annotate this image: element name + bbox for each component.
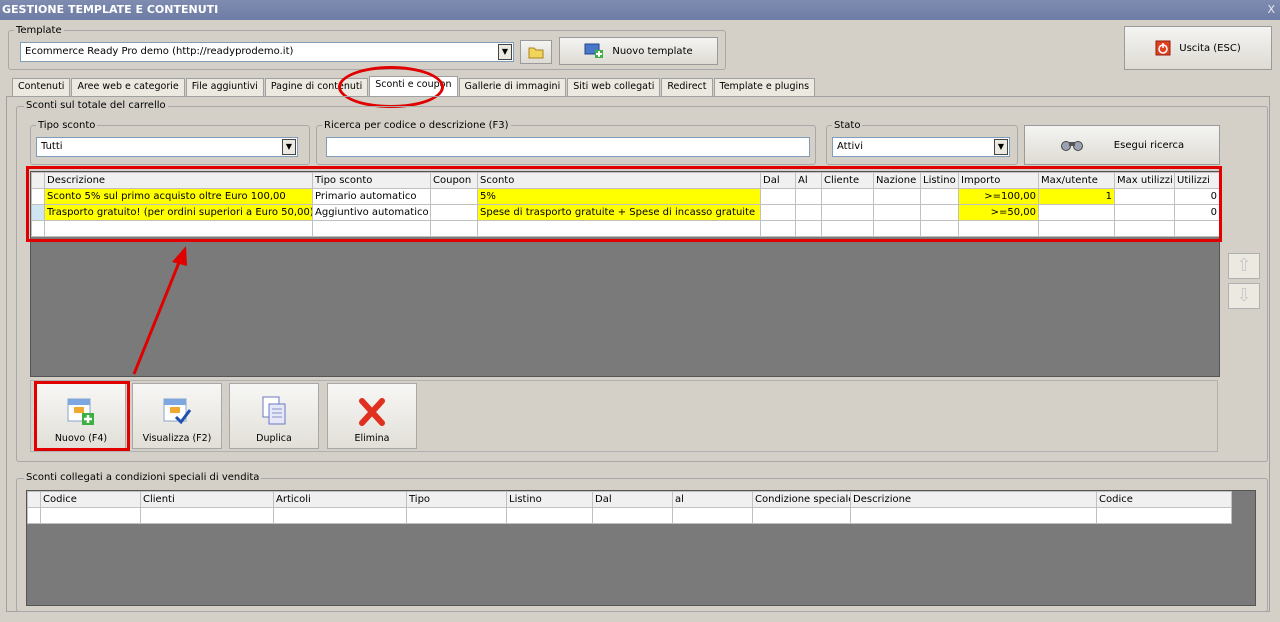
empty-cell[interactable]: [850, 507, 1097, 524]
chevron-down-icon[interactable]: ▼: [994, 139, 1008, 155]
duplicate-discount-button[interactable]: Duplica: [229, 383, 319, 449]
tab-siti-collegati[interactable]: Siti web collegati: [567, 78, 661, 96]
search-input[interactable]: [326, 137, 810, 157]
row-selector[interactable]: [27, 507, 41, 524]
template-label: Template: [14, 25, 64, 36]
folder-icon: [528, 47, 544, 59]
tab-gallerie[interactable]: Gallerie di immagini: [458, 78, 567, 96]
cart-discounts-label: Sconti sul totale del carrello: [24, 100, 168, 111]
empty-cell[interactable]: [406, 507, 507, 524]
move-down-button[interactable]: ⇩: [1228, 283, 1260, 309]
column-header[interactable]: Clienti: [140, 491, 274, 508]
annotation-box: [34, 381, 130, 451]
chevron-down-icon[interactable]: ▼: [282, 139, 296, 155]
search-button-label: Esegui ricerca: [1113, 139, 1185, 151]
search-label: Ricerca per codice o descrizione (F3): [322, 120, 511, 131]
duplicate-icon: [262, 396, 286, 425]
special-discounts-table: Codice Clienti Articoli Tipo Listino Dal…: [27, 491, 1232, 524]
chevron-down-icon[interactable]: ▼: [498, 44, 512, 60]
row-selector-header: [27, 491, 41, 508]
tab-template-plugins[interactable]: Template e plugins: [713, 78, 816, 96]
empty-cell[interactable]: [592, 507, 673, 524]
tipo-sconto-value: Tutti: [41, 141, 63, 152]
tab-contenuti[interactable]: Contenuti: [12, 78, 71, 96]
empty-cell[interactable]: [672, 507, 753, 524]
exit-label: Uscita (ESC): [1179, 42, 1241, 54]
table-row-empty[interactable]: [27, 507, 1232, 524]
table-header-row: Codice Clienti Articoli Tipo Listino Dal…: [27, 491, 1232, 508]
stato-label: Stato: [832, 120, 863, 131]
column-header[interactable]: Listino: [506, 491, 593, 508]
search-button[interactable]: Esegui ricerca: [1024, 125, 1220, 165]
delete-label: Elimina: [354, 433, 390, 444]
column-header[interactable]: Dal: [592, 491, 673, 508]
delete-icon: [359, 398, 385, 426]
move-up-button[interactable]: ⇧: [1228, 253, 1260, 279]
template-value: Ecommerce Ready Pro demo (http://readypr…: [25, 46, 294, 57]
empty-cell[interactable]: [506, 507, 593, 524]
column-header[interactable]: Descrizione: [850, 491, 1097, 508]
binoculars-icon: [1060, 141, 1083, 151]
stato-select[interactable]: Attivi ▼: [832, 137, 1010, 157]
annotation-arrow: [132, 246, 187, 375]
tipo-sconto-select[interactable]: Tutti ▼: [36, 137, 298, 157]
arrow-up-icon: ⇧: [1236, 255, 1252, 276]
column-header[interactable]: Articoli: [273, 491, 407, 508]
template-select[interactable]: Ecommerce Ready Pro demo (http://readypr…: [20, 42, 514, 62]
power-icon: [1155, 40, 1171, 56]
delete-discount-button[interactable]: Elimina: [327, 383, 417, 449]
duplicate-label: Duplica: [256, 433, 292, 444]
view-discount-label: Visualizza (F2): [142, 433, 212, 444]
empty-cell[interactable]: [40, 507, 141, 524]
exit-button[interactable]: Uscita (ESC): [1124, 26, 1272, 70]
column-header[interactable]: Condizione speciale: [752, 491, 851, 508]
column-header[interactable]: al: [672, 491, 753, 508]
arrow-down-icon: ⇩: [1236, 285, 1252, 306]
window-title-bar: GESTIONE TEMPLATE E CONTENUTI X: [0, 0, 1280, 20]
view-record-icon: [163, 398, 192, 425]
new-template-button[interactable]: Nuovo template: [559, 37, 718, 65]
tab-aree-web[interactable]: Aree web e categorie: [71, 78, 185, 96]
empty-cell[interactable]: [273, 507, 407, 524]
tab-file-aggiuntivi[interactable]: File aggiuntivi: [185, 78, 264, 96]
special-discounts-label: Sconti collegati a condizioni speciali d…: [24, 472, 262, 483]
tipo-sconto-label: Tipo sconto: [36, 120, 98, 131]
special-discounts-grid-area: Codice Clienti Articoli Tipo Listino Dal…: [26, 490, 1256, 606]
stato-value: Attivi: [837, 141, 863, 152]
view-discount-button[interactable]: Visualizza (F2): [132, 383, 222, 449]
column-header[interactable]: Codice: [40, 491, 141, 508]
new-template-label: Nuovo template: [612, 45, 693, 57]
window-title: GESTIONE TEMPLATE E CONTENUTI: [2, 3, 219, 16]
empty-cell[interactable]: [752, 507, 851, 524]
annotation-rectangle: [26, 166, 1222, 242]
tab-redirect[interactable]: Redirect: [661, 78, 713, 96]
empty-cell[interactable]: [1096, 507, 1232, 524]
column-header[interactable]: Tipo: [406, 491, 507, 508]
empty-cell[interactable]: [140, 507, 274, 524]
column-header[interactable]: Codice: [1096, 491, 1232, 508]
open-folder-button[interactable]: [520, 40, 552, 64]
new-template-icon: [584, 43, 604, 58]
close-icon[interactable]: X: [1267, 0, 1275, 20]
